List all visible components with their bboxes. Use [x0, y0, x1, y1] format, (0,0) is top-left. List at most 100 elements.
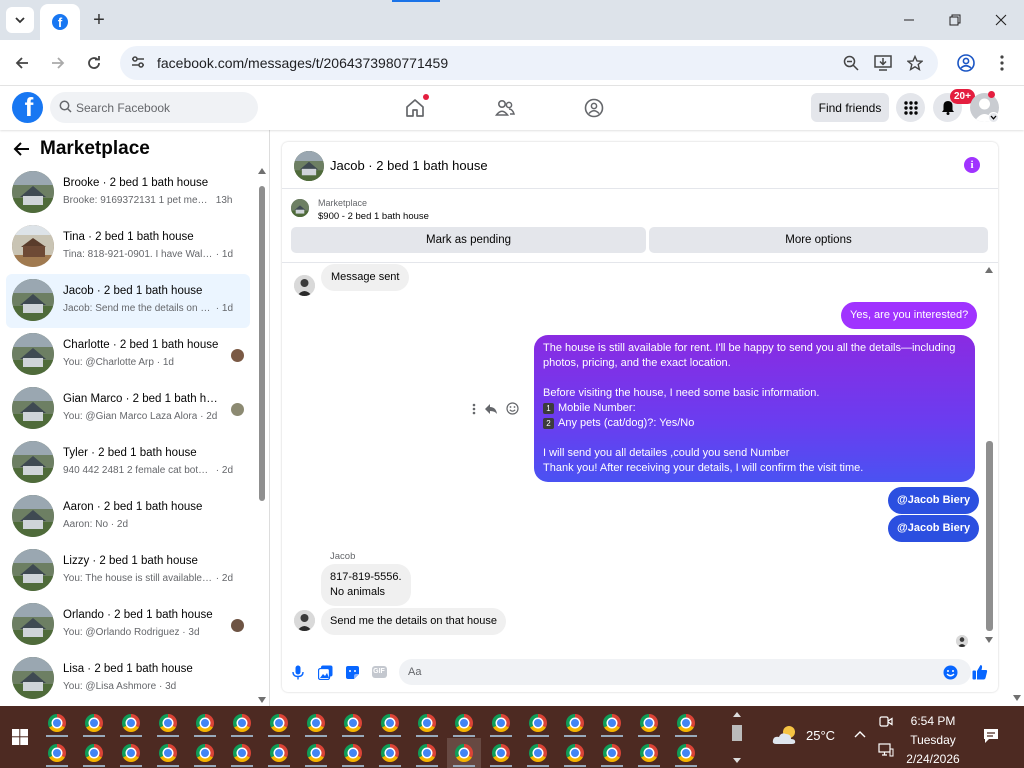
find-friends-button[interactable]: Find friends	[811, 93, 889, 122]
taskbar-chrome-window[interactable]	[521, 708, 555, 738]
taskbar-chrome-window[interactable]	[336, 708, 370, 738]
page-scroll-down-arrow[interactable]	[1013, 695, 1021, 701]
taskbar-chrome-window[interactable]	[373, 738, 407, 768]
taskbar-chrome-window[interactable]	[114, 738, 148, 768]
taskbar-chrome-window[interactable]	[632, 738, 666, 768]
taskbar-chrome-window[interactable]	[188, 738, 222, 768]
conversation-item[interactable]: Lisa · 2 bed 1 bath house You: @Lisa Ash…	[6, 652, 250, 706]
taskbar-chrome-window[interactable]	[558, 738, 592, 768]
conversation-item[interactable]: Gian Marco · 2 bed 1 bath house You: @Gi…	[6, 382, 250, 436]
emoji-button[interactable]	[942, 664, 958, 680]
nav-groups[interactable]	[583, 97, 605, 119]
taskbar-chrome-window[interactable]	[299, 708, 333, 738]
account-menu-chevron[interactable]	[988, 112, 999, 123]
site-settings-icon[interactable]	[130, 54, 146, 70]
taskbar-chrome-window[interactable]	[114, 708, 148, 738]
taskbar-chrome-window[interactable]	[262, 738, 296, 768]
sticker-button[interactable]	[344, 664, 360, 680]
taskbar-chrome-window[interactable]	[40, 738, 74, 768]
message-bubble-incoming[interactable]: 817-819-5556. No animals	[321, 564, 411, 606]
conversation-item[interactable]: Orlando · 2 bed 1 bath house You: @Orlan…	[6, 598, 250, 652]
more-vertical-icon[interactable]	[472, 403, 476, 415]
conversation-item[interactable]: Lizzy · 2 bed 1 bath house You: The hous…	[6, 544, 250, 598]
bookmark-button[interactable]	[905, 53, 925, 73]
start-button[interactable]	[0, 706, 40, 768]
restore-button[interactable]	[932, 0, 978, 40]
system-clock[interactable]: 6:54 PM Tuesday 2/24/2026	[900, 712, 966, 768]
network-button[interactable]	[878, 743, 894, 757]
taskbar-chrome-window[interactable]	[447, 738, 481, 768]
taskbar-chrome-window[interactable]	[40, 708, 74, 738]
chat-title[interactable]: Jacob · 2 bed 1 bath house	[330, 158, 488, 173]
notification-center-button[interactable]	[983, 728, 999, 744]
close-window-button[interactable]	[978, 0, 1024, 40]
taskbar-chrome-window[interactable]	[225, 708, 259, 738]
taskbar-chrome-window[interactable]	[262, 708, 296, 738]
taskbar-chrome-window[interactable]	[632, 708, 666, 738]
info-icon[interactable]: i	[964, 157, 980, 173]
address-bar[interactable]: facebook.com/messages/t/2064373980771459	[120, 46, 938, 80]
nav-home[interactable]	[404, 94, 429, 119]
nav-friends[interactable]	[494, 97, 516, 119]
taskbar-chrome-window[interactable]	[669, 708, 703, 738]
weather-widget[interactable]: 25°C	[772, 724, 835, 746]
message-bubble-outgoing-long[interactable]: The house is still available for rent. I…	[534, 335, 975, 482]
taskbar-chrome-window[interactable]	[521, 738, 555, 768]
browser-menu-button[interactable]	[988, 49, 1016, 77]
conversation-item[interactable]: Charlotte · 2 bed 1 bath house You: @Cha…	[6, 328, 250, 382]
listing-price-title[interactable]: $900 - 2 bed 1 bath house	[318, 211, 429, 222]
forward-button[interactable]	[44, 49, 72, 77]
zoom-button[interactable]	[841, 53, 861, 73]
taskbar-chrome-window[interactable]	[336, 738, 370, 768]
sender-avatar[interactable]	[294, 275, 315, 296]
install-app-button[interactable]	[873, 53, 893, 73]
taskbar-chrome-window[interactable]	[151, 738, 185, 768]
back-button[interactable]	[8, 49, 36, 77]
thread-scrollbar[interactable]	[982, 263, 996, 649]
back-arrow-icon[interactable]	[12, 141, 30, 157]
taskbar-scroll-thumb[interactable]	[732, 725, 742, 741]
facebook-logo-icon[interactable]: f	[12, 92, 43, 123]
taskbar-chrome-window[interactable]	[373, 708, 407, 738]
conversation-item[interactable]: Tyler · 2 bed 1 bath house 940 442 2481 …	[6, 436, 250, 490]
minimize-button[interactable]	[886, 0, 932, 40]
taskbar-chrome-window[interactable]	[77, 738, 111, 768]
show-hidden-icons-button[interactable]	[854, 730, 866, 738]
conversation-item[interactable]: Tina · 2 bed 1 bath house Tina: 818-921-…	[6, 220, 250, 274]
taskbar-chrome-window[interactable]	[225, 738, 259, 768]
scroll-down-arrow[interactable]	[985, 637, 993, 643]
scroll-down-arrow[interactable]	[258, 697, 266, 703]
taskbar-chrome-window[interactable]	[151, 708, 185, 738]
message-input[interactable]	[399, 659, 971, 685]
conversation-item-active[interactable]: Jacob · 2 bed 1 bath house Jacob: Send m…	[6, 274, 250, 328]
thread-scroll-thumb[interactable]	[986, 441, 993, 631]
mention-bubble[interactable]: @Jacob Biery	[888, 487, 980, 514]
browser-tab-facebook[interactable]: f	[40, 4, 80, 40]
conversation-item[interactable]: Brooke · 2 bed 1 bath house Brooke: 9169…	[6, 166, 250, 220]
page-scrollbar[interactable]	[1010, 130, 1024, 706]
voice-clip-button[interactable]	[290, 664, 306, 680]
search-input[interactable]	[76, 93, 251, 122]
taskbar-chrome-window[interactable]	[558, 708, 592, 738]
mention-bubble[interactable]: @Jacob Biery	[888, 515, 980, 542]
facebook-search[interactable]	[50, 92, 258, 123]
taskbar-chrome-window[interactable]	[484, 738, 518, 768]
meet-now-button[interactable]	[879, 715, 893, 728]
emoji-react-icon[interactable]	[506, 402, 519, 415]
reply-icon[interactable]	[484, 403, 498, 415]
reload-button[interactable]	[80, 49, 108, 77]
taskbar-chrome-window[interactable]	[410, 708, 444, 738]
scroll-up-arrow[interactable]	[258, 168, 266, 174]
sidebar-scrollbar[interactable]	[256, 166, 268, 706]
taskbar-chrome-window[interactable]	[669, 738, 703, 768]
more-options-button[interactable]: More options	[649, 227, 988, 253]
sender-avatar[interactable]	[294, 610, 315, 631]
taskbar-scroll[interactable]	[730, 708, 744, 766]
taskbar-scroll-up[interactable]	[733, 712, 741, 717]
taskbar-chrome-window[interactable]	[595, 738, 629, 768]
conversation-item[interactable]: Aaron · 2 bed 1 bath house Aaron: No · 2…	[6, 490, 250, 544]
message-bubble-outgoing[interactable]: Yes, are you interested?	[841, 302, 978, 329]
taskbar-chrome-window[interactable]	[77, 708, 111, 738]
taskbar-chrome-window[interactable]	[299, 738, 333, 768]
taskbar-chrome-window[interactable]	[447, 708, 481, 738]
